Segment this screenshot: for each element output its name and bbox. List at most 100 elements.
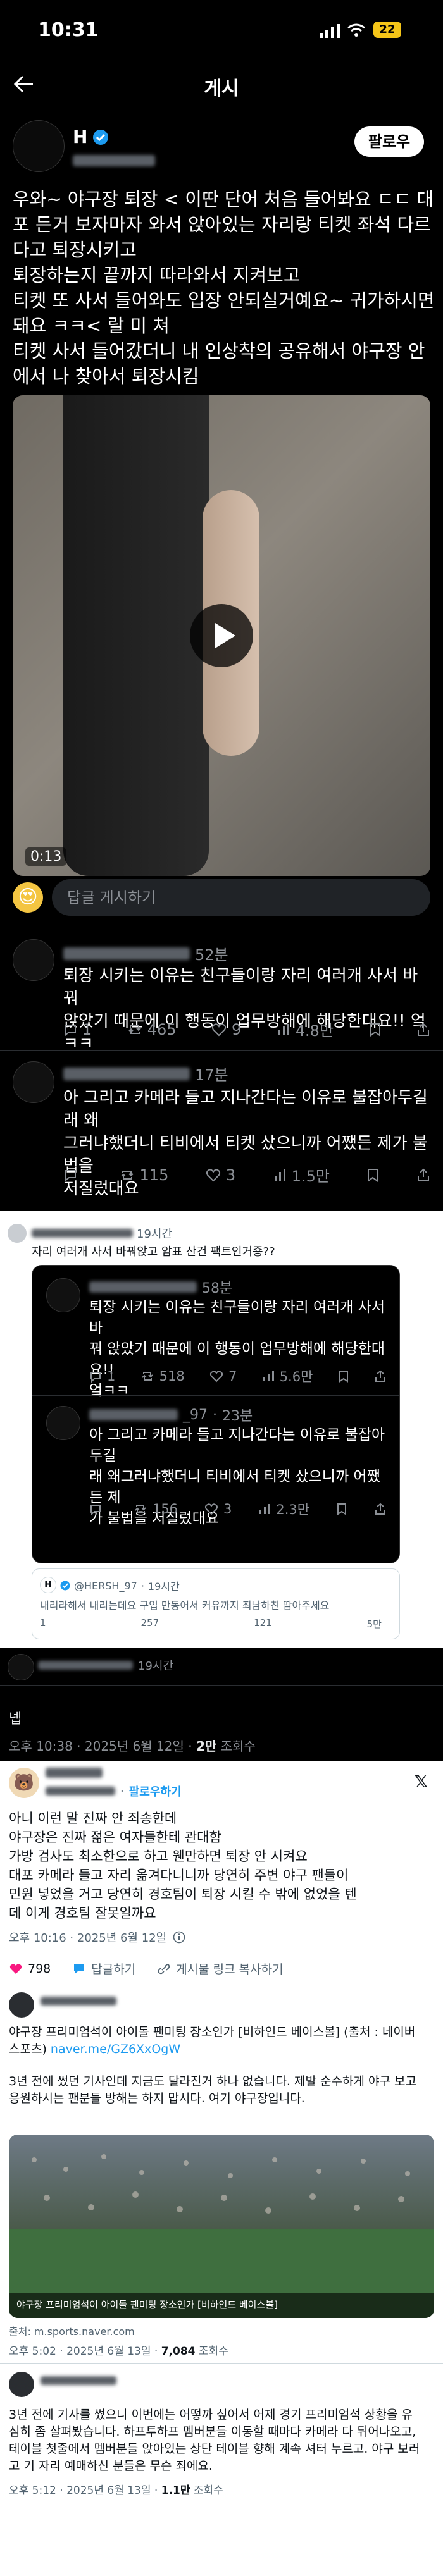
reply-time: 19시간 (138, 1660, 174, 1673)
comment-icon (90, 1372, 101, 1383)
author-avatar[interactable] (13, 120, 65, 172)
embedded-thread[interactable]: 58분 퇴장 시키는 이유는 친구들이랑 자리 여러개 사서 바 꿔 앉았기 때… (32, 1265, 400, 1563)
tweet-line: 야구장 프리미엄석이 아이돌 팬미팅 장소인가 [비하인드 베이스볼] (출처 … (9, 2025, 416, 2039)
tweet-time: 오후 10:16 · 2025년 6월 12일 (9, 1929, 185, 1945)
like-count[interactable]: 9 (211, 1018, 241, 1040)
repost-count[interactable]: 465 (127, 1018, 177, 1040)
follow-link[interactable]: 팔로우하기 (129, 1783, 182, 1799)
tweet-handle (46, 1787, 115, 1796)
view-count: 2.3만 (258, 1500, 309, 1519)
bookmark-icon (338, 1367, 349, 1386)
quote-avatar[interactable] (8, 1224, 27, 1243)
heart-icon (9, 1963, 22, 1974)
tweet-author (41, 1997, 116, 2006)
tweet-meta: 오후 10:38 · 2025년 6월 12일 · 2만 조회수 (9, 1739, 256, 1754)
tweet-meta: 오후 5:02 · 2025년 6월 13일 · 7,084 조회수 (9, 2345, 228, 2358)
reply-author (63, 947, 190, 960)
repost-count[interactable]: 115 (120, 1164, 168, 1186)
views-icon (263, 1371, 274, 1381)
post-line: 우와~ 야구장 퇴장 < 이딴 단어 처음 들어봐요 ㄷㄷ 대 (13, 188, 434, 210)
post-line: 포 든거 보자마자 와서 앉아있는 자리랑 티켓 좌석 다르 (13, 214, 431, 235)
view-count: 5만 (366, 1618, 382, 1630)
view-count[interactable]: 1.5만 (273, 1164, 330, 1186)
link-icon (158, 1963, 170, 1974)
tweet-author (46, 1768, 103, 1778)
reply-line: 퇴장 시키는 이유는 친구들이랑 자리 여러개 사서 바 (89, 1299, 385, 1336)
tweet-line: 3년 전에 기사를 썼으니 이번에는 어떻까 싶어서 어제 경기 프리미엄석 상… (9, 2408, 413, 2422)
reply-count: 1 (40, 1617, 46, 1629)
repost-icon (141, 1372, 153, 1381)
share-icon (374, 1367, 387, 1386)
nested-text: 내리라해서 내리는데요 구입 만동어서 커유까지 죄남하친 땀아주세요 (40, 1599, 330, 1612)
like-count: 121 (254, 1617, 272, 1629)
reply-author (63, 1067, 190, 1080)
post-line: 티켓 사서 들어갔더니 내 인상착의 공유해서 야구장 안 (13, 340, 425, 362)
reply-placeholder: 답글 게시하기 (67, 889, 156, 906)
page-title: 게시 (204, 78, 239, 100)
author-handle (73, 155, 155, 166)
video-figure (63, 395, 209, 876)
quote-time: 19시간 (137, 1228, 173, 1241)
avatar[interactable]: 🐻 (9, 1768, 39, 1798)
quote-section: 19시간 자리 여러개 사서 바꿔앉고 암표 산건 팩트인거죵?? 58분 퇴장… (0, 1211, 443, 1648)
bookmark-icon[interactable] (369, 1018, 382, 1040)
repost-icon (120, 1170, 134, 1180)
reply-line: 아 그리고 카메라 들고 지나간다는 이유로 불잡아두길 (89, 1427, 385, 1464)
like-button[interactable]: 798 (9, 1962, 51, 1976)
reply-stats: 1 518 7 5.6만 (89, 1367, 387, 1386)
reply-button[interactable]: 답글하기 (72, 1960, 135, 1977)
tweet-line: 데 이게 경호팀 잘못일까요 (9, 1906, 156, 1921)
view-count[interactable]: 4.8만 (277, 1018, 334, 1040)
tweet-line: 아니 이런 말 진짜 안 죄송한데 (9, 1811, 177, 1826)
x-logo-icon: 𝕏 (415, 1773, 428, 1792)
avatar[interactable] (13, 1061, 54, 1103)
play-button-icon[interactable] (190, 604, 253, 667)
avatar[interactable] (13, 939, 54, 981)
info-icon[interactable] (173, 1931, 185, 1944)
article-link[interactable]: naver.me/GZ6XxOgW (51, 2042, 180, 2056)
avatar[interactable] (9, 2372, 34, 2397)
tweet-line: 스포츠) (9, 2042, 51, 2056)
avatar[interactable] (8, 1654, 34, 1680)
tweet-author (41, 2376, 116, 2385)
reply-input[interactable]: 답글 게시하기 (52, 879, 430, 916)
share-icon[interactable] (416, 1164, 430, 1186)
views-icon (274, 1169, 285, 1181)
reply-text: 퇴장 시키는 이유는 친구들이랑 자리 여러개 사서 바 꿔 앉았기 때문에 이… (89, 1297, 393, 1402)
follow-button[interactable]: 팔로우 (354, 126, 424, 157)
reply-stats: 1 465 9 4.8만 (63, 1018, 430, 1040)
heart-icon (204, 1503, 218, 1515)
reply-count (89, 1500, 107, 1519)
post-line: 퇴장하는지 끝까지 따라와서 지켜보고 (13, 264, 301, 286)
nested-stats: 1 257 121 5만 (40, 1617, 382, 1630)
reply-author (89, 1409, 178, 1420)
comment-icon (65, 1169, 76, 1181)
bookmark-icon[interactable] (366, 1164, 379, 1186)
stadium-image[interactable]: 야구장 프리미엄석이 아이돌 팬미팅 장소인가 [비하인드 베이스볼] (9, 2135, 434, 2318)
reply-time: 58분 (202, 1281, 233, 1297)
reply-count[interactable] (63, 1164, 82, 1186)
tweet-body: 야구장 프리미엄석이 아이돌 팬미팅 장소인가 [비하인드 베이스볼] (출처 … (9, 2024, 436, 2107)
reply-count[interactable]: 1 (63, 1018, 92, 1040)
share-icon[interactable] (416, 1018, 430, 1040)
reply-author (38, 1661, 133, 1670)
avatar[interactable] (9, 1992, 34, 2018)
emoji-avatar-icon: 😍 (13, 882, 43, 913)
comment-icon (90, 1505, 101, 1515)
repost-count: 156 (134, 1500, 178, 1519)
follow-button-label: 팔로우 (368, 133, 411, 151)
bookmark-icon (336, 1500, 347, 1519)
tweet-line: 야구장은 진짜 젊은 여자들한테 관대함 (9, 1830, 222, 1845)
video-player[interactable]: 0:13 (13, 395, 430, 876)
comment-icon (65, 1024, 76, 1036)
author-name[interactable]: H (73, 126, 87, 147)
like-count[interactable]: 3 (206, 1164, 235, 1186)
battery-icon: 22 (373, 22, 401, 38)
link-source[interactable]: 출처: m.sports.naver.com (9, 2323, 135, 2338)
tweet-line: 대포 카메라 들고 자리 옮겨다니니까 당연히 주변 야구 팬들이 (9, 1868, 349, 1883)
nested-tweet[interactable]: H @HERSH_97 · 19시간 내리라해서 내리는데요 구입 만동어서 커… (32, 1568, 400, 1639)
avatar: H (40, 1577, 56, 1593)
battery-level: 22 (379, 23, 396, 36)
copy-link-button[interactable]: 게시물 링크 복사하기 (157, 1960, 284, 1977)
tweet-body: 아니 이런 말 진짜 안 죄송한데 야구장은 진짜 젊은 여자들한테 관대함 가… (9, 1809, 436, 1923)
